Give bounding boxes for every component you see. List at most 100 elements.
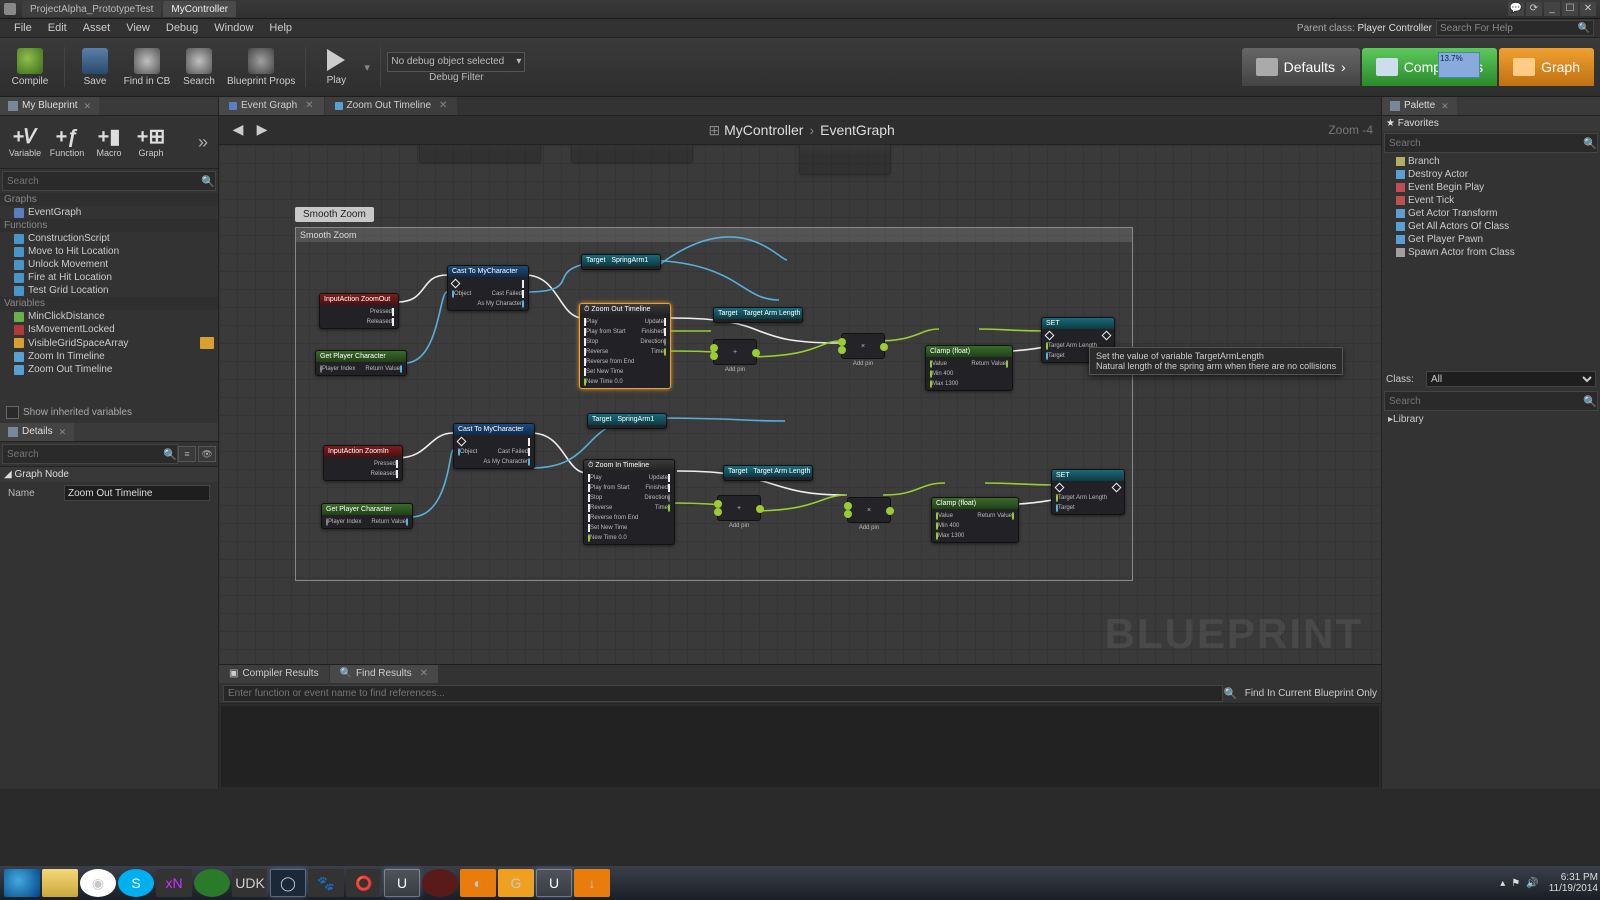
node-add-float-2[interactable]: +Add pin (717, 495, 761, 521)
play-button[interactable]: Play (312, 43, 360, 91)
search-button[interactable]: Search (175, 43, 223, 91)
node-target-arm-length[interactable]: Target Target Arm Length (713, 307, 803, 323)
node-clamp-float[interactable]: Clamp (float) ValueReturn Value Min 400 … (925, 345, 1013, 391)
node-get-player-character[interactable]: Get Player Character Player IndexReturn … (315, 350, 407, 376)
tree-variable[interactable]: MinClickDistance (0, 310, 218, 323)
view-list-icon[interactable]: ≡ (178, 446, 196, 462)
tree-eventgraph[interactable]: EventGraph (0, 206, 218, 219)
mode-defaults-tab[interactable]: Defaults › (1242, 48, 1360, 86)
favorite-item[interactable]: Get Player Pawn (1382, 233, 1600, 246)
taskbar-clock[interactable]: 6:31 PM11/19/2014 (1549, 872, 1598, 894)
node-inputaction-zoomin[interactable]: InputAction ZoomIn Pressed Released (323, 445, 403, 481)
nav-back-button[interactable]: ◀ (227, 121, 249, 139)
graph-canvas[interactable]: Smooth Zoom Smooth Zoom (219, 145, 1381, 664)
details-tab[interactable]: Details✕ (0, 423, 218, 442)
sync-icon[interactable]: ⟳ (1526, 2, 1542, 16)
compile-button[interactable]: Compile (6, 43, 54, 91)
find-input[interactable] (223, 685, 1223, 702)
close-icon[interactable]: ✕ (84, 97, 92, 115)
node-springarm-ref-2[interactable]: Target SpringArm1 (587, 413, 667, 429)
favorite-item[interactable]: Get All Actors Of Class (1382, 220, 1600, 233)
parent-class-link[interactable]: Player Controller (1358, 23, 1432, 34)
view-eye-icon[interactable]: 👁 (198, 446, 216, 462)
taskbar-app[interactable]: ↓ (574, 869, 610, 897)
show-inherited-checkbox[interactable]: Show inherited variables (0, 402, 218, 423)
document-tab-mycontroller[interactable]: MyController (163, 1, 236, 17)
menu-window[interactable]: Window (206, 22, 261, 34)
menu-edit[interactable]: Edit (40, 22, 75, 34)
taskbar-ue4-editor[interactable]: U (536, 869, 572, 897)
node-set-target-arm-length-2[interactable]: SET Target Arm Length Target (1051, 469, 1125, 515)
menu-help[interactable]: Help (261, 22, 300, 34)
graph-breadcrumb[interactable]: ⊞ MyController›EventGraph (275, 122, 1328, 139)
tree-function[interactable]: Unlock Movement (0, 258, 218, 271)
comment-label[interactable]: Smooth Zoom (295, 207, 374, 222)
menu-asset[interactable]: Asset (75, 22, 119, 34)
tree-function[interactable]: Test Grid Location (0, 284, 218, 297)
debug-object-dropdown[interactable]: No debug object selected▾ (387, 52, 525, 72)
notify-icon[interactable]: 💬 (1508, 2, 1524, 16)
palette-tab[interactable]: Palette✕ (1382, 97, 1600, 116)
favorite-item[interactable]: Event Begin Play (1382, 181, 1600, 194)
node-zoom-out-timeline[interactable]: ⏱ Zoom Out Timeline PlayUpdate Play from… (579, 303, 671, 389)
menu-file[interactable]: File (6, 22, 40, 34)
start-button[interactable] (4, 869, 40, 897)
taskbar-skype[interactable]: S (118, 869, 154, 897)
taskbar-blender[interactable]: ◐ (460, 869, 496, 897)
taskbar-explorer[interactable] (42, 869, 78, 897)
nav-forward-button[interactable]: ▶ (251, 121, 273, 139)
add-function-button[interactable]: +ƒFunction (46, 120, 88, 164)
details-name-input[interactable] (64, 485, 210, 501)
taskbar-app[interactable]: 🐾 (308, 869, 344, 897)
tree-function[interactable]: Move to Hit Location (0, 245, 218, 258)
node-target-arm-length-2[interactable]: Target Target Arm Length (723, 465, 813, 481)
node-zoom-in-timeline[interactable]: ⏱ Zoom In Timeline PlayUpdate Play from … (583, 459, 675, 545)
details-category[interactable]: ◢ Graph Node (0, 467, 218, 482)
taskbar-app[interactable]: ⭕ (346, 869, 382, 897)
taskbar-ue4[interactable]: U (384, 869, 420, 897)
find-current-only-checkbox[interactable]: Find In Current Blueprint Only (1245, 688, 1377, 699)
taskbar-app[interactable] (422, 869, 458, 897)
favorite-item[interactable]: Destroy Actor (1382, 168, 1600, 181)
tree-function[interactable]: ConstructionScript (0, 232, 218, 245)
document-tab-project[interactable]: ProjectAlpha_PrototypeTest (22, 1, 161, 17)
node-springarm-ref[interactable]: Target SpringArm1 (581, 254, 661, 270)
favorite-item[interactable]: Event Tick (1382, 194, 1600, 207)
taskbar-chrome[interactable]: ◉ (80, 869, 116, 897)
taskbar-app[interactable]: G (498, 869, 534, 897)
node-multiply-float-2[interactable]: ×Add pin (847, 497, 891, 523)
node-multiply-float[interactable]: ×Add pin (841, 333, 885, 359)
node-cast-to-mycharacter[interactable]: Cast To MyCharacter ObjectCast Failed As… (447, 265, 529, 311)
my-blueprint-tab[interactable]: My Blueprint✕ (0, 97, 218, 116)
help-search[interactable]: Search For Help🔍 (1436, 20, 1594, 36)
node-cast-to-mycharacter-2[interactable]: Cast To MyCharacter ObjectCast Failed As… (453, 423, 535, 469)
tab-compiler-results[interactable]: ▣Compiler Results (219, 665, 329, 683)
system-tray[interactable]: ▴ ⚑ 🔊 6:31 PM11/19/2014 (1500, 872, 1600, 894)
favorite-item[interactable]: Get Actor Transform (1382, 207, 1600, 220)
magnifier-icon[interactable]: 🔍 (1223, 687, 1239, 700)
find-in-cb-button[interactable]: Find in CB (123, 43, 171, 91)
add-variable-button[interactable]: +𝑉Variable (4, 120, 46, 164)
close-icon[interactable]: ✕ (1441, 97, 1449, 115)
palette-library-search[interactable]: 🔍 (1384, 391, 1598, 411)
save-button[interactable]: Save (71, 43, 119, 91)
windows-taskbar[interactable]: ◉ S xN UDK ◯ 🐾 ⭕ U ◐ G U ↓ ▴ ⚑ 🔊 6:31 PM… (0, 866, 1600, 900)
palette-library-root[interactable]: ▸ Library (1382, 413, 1600, 426)
my-blueprint-search[interactable]: 🔍 (2, 171, 216, 191)
palette-search[interactable]: 🔍 (1384, 133, 1598, 153)
menu-debug[interactable]: Debug (158, 22, 206, 34)
mode-graph-tab[interactable]: Graph (1499, 48, 1594, 86)
window-minimize[interactable]: _ (1544, 2, 1560, 16)
tree-variable[interactable]: VisibleGridSpaceArray (0, 336, 218, 350)
tray-flag-icon[interactable]: ⚑ (1511, 878, 1520, 889)
taskbar-app[interactable] (194, 869, 230, 897)
tree-timeline[interactable]: Zoom Out Timeline (0, 363, 218, 376)
details-search[interactable]: 🔍 (2, 444, 178, 464)
tab-find-results[interactable]: 🔍Find Results✕ (330, 665, 438, 683)
node-clamp-float-2[interactable]: Clamp (float) ValueReturn Value Min 400 … (931, 497, 1019, 543)
palette-class-dropdown[interactable]: All (1426, 371, 1596, 387)
tree-variable[interactable]: IsMovementLocked (0, 323, 218, 336)
node-inputaction-zoomout[interactable]: InputAction ZoomOut Pressed Released (319, 293, 399, 329)
add-graph-button[interactable]: +⊞Graph (130, 120, 172, 164)
favorites-header[interactable]: ★ Favorites (1382, 116, 1600, 131)
